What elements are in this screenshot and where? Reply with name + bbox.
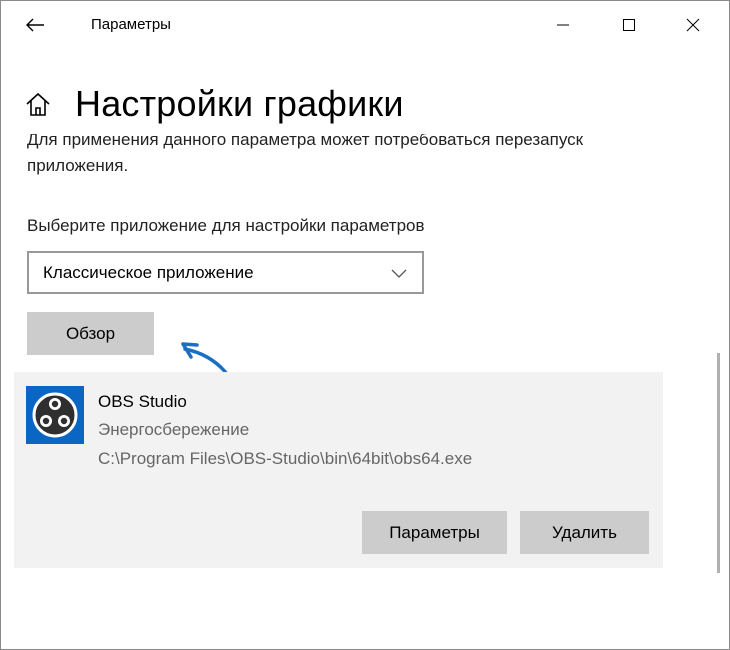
close-button[interactable]: [665, 1, 721, 49]
home-icon[interactable]: [25, 91, 51, 117]
scrollbar[interactable]: [717, 353, 720, 573]
obs-logo-icon: [26, 386, 84, 444]
maximize-button[interactable]: [601, 1, 657, 49]
back-arrow-icon: [26, 18, 44, 32]
app-path: C:\Program Files\OBS-Studio\bin\64bit\ob…: [98, 449, 473, 468]
minimize-button[interactable]: [535, 1, 591, 49]
close-icon: [686, 18, 700, 32]
browse-button[interactable]: Обзор: [27, 312, 154, 355]
app-name: OBS Studio: [98, 392, 187, 411]
back-button[interactable]: [15, 7, 55, 43]
minimize-icon: [557, 24, 569, 26]
app-select-label: Выберите приложение для настройки параме…: [27, 216, 425, 235]
title-bar: Параметры: [1, 1, 729, 49]
maximize-icon: [623, 19, 635, 31]
settings-window: Параметры Настройки графики Для применен…: [0, 0, 730, 650]
options-button[interactable]: Параметры: [362, 511, 507, 554]
description-text: Для применения данного параметра может п…: [27, 134, 584, 175]
description-container: Для применения данного параметра может п…: [27, 134, 687, 182]
chevron-down-icon: [391, 269, 407, 278]
window-title: Параметры: [91, 16, 171, 33]
app-type-dropdown[interactable]: Классическое приложение: [27, 251, 424, 294]
app-graphics-mode: Энергосбережение: [98, 420, 250, 439]
page-title: Настройки графики: [75, 83, 404, 124]
app-list-item[interactable]: OBS Studio Энергосбережение C:\Program F…: [14, 372, 663, 568]
remove-button[interactable]: Удалить: [520, 511, 649, 554]
app-type-selected-value: Классическое приложение: [43, 262, 254, 282]
